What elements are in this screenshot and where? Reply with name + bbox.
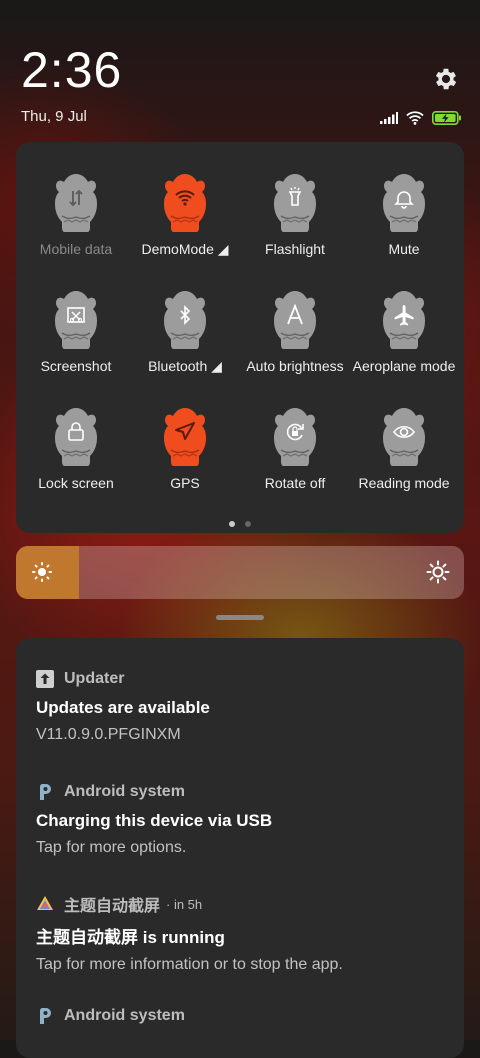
quick-tile-label: Auto brightness	[246, 358, 344, 374]
mobile-data-icon	[55, 174, 97, 232]
page-indicator	[16, 521, 464, 527]
battery-charging-icon	[432, 111, 461, 125]
date[interactable]: Thu, 9 Jul	[21, 108, 87, 125]
quick-tile-label: Lock screen	[38, 475, 114, 491]
quick-tile-label: Rotate off	[264, 475, 326, 491]
screenshot-icon	[55, 291, 97, 349]
notification-android-system[interactable]: Android system Charging this device via …	[36, 781, 448, 857]
notification-updater[interactable]: Updater Updates are available V11.0.9.0.…	[36, 668, 448, 744]
bluetooth-icon	[164, 291, 206, 349]
signal-icon	[380, 112, 398, 124]
quick-tile-aeroplane-mode[interactable]: Aeroplane mode	[349, 287, 459, 397]
notification-theme-app[interactable]: 主题自动截屏 · in 5h 主题自动截屏 is running Tap for…	[36, 893, 448, 974]
quick-tile-flashlight[interactable]: Flashlight	[240, 170, 350, 280]
notification-title: 主题自动截屏 is running	[36, 928, 225, 947]
lock-icon	[55, 408, 97, 466]
status-bar-icons	[380, 110, 462, 126]
auto-brightness-icon	[274, 291, 316, 349]
android-system-icon	[40, 784, 51, 800]
wifi-icon	[406, 111, 424, 125]
drag-handle[interactable]	[216, 615, 264, 620]
gear-icon[interactable]	[432, 65, 460, 93]
quick-tile-mute[interactable]: Mute	[349, 170, 459, 280]
quick-tile-reading-mode[interactable]: Reading mode	[349, 404, 459, 514]
notification-text: Tap for more information or to stop the …	[36, 956, 343, 973]
quick-tile-mobile-data[interactable]: Mobile data	[21, 170, 131, 280]
notification-title: Charging this device via USB	[36, 811, 273, 830]
updater-icon	[36, 670, 54, 688]
clock[interactable]: 2:36	[21, 40, 122, 100]
quick-tile-label: Reading mode	[358, 475, 450, 491]
quick-tile-label: Mute	[388, 241, 420, 257]
wifi-icon	[164, 174, 206, 232]
brightness-low-icon	[32, 562, 52, 582]
quick-tile-gps[interactable]: GPS	[130, 404, 240, 514]
notification-panel: Updater Updates are available V11.0.9.0.…	[16, 638, 464, 1058]
quick-tile-label: Flashlight	[265, 241, 325, 257]
quick-tile-label: DemoMode ◢	[141, 241, 229, 257]
notification-app-name: 主题自动截屏	[64, 898, 161, 915]
quick-tile-bluetooth[interactable]: Bluetooth ◢	[130, 287, 240, 397]
notification-android-system-2[interactable]: Android system	[36, 1005, 448, 1027]
brightness-high-icon	[426, 560, 450, 584]
quick-tile-label: Aeroplane mode	[352, 358, 456, 374]
notification-text: V11.0.9.0.PFGINXM	[36, 726, 181, 743]
quick-tile-demomode[interactable]: DemoMode ◢	[130, 170, 240, 280]
notification-time: · in 5h	[166, 896, 203, 912]
quick-tile-rotate-off[interactable]: Rotate off	[240, 404, 350, 514]
notification-title: Updates are available	[36, 698, 210, 717]
flashlight-icon	[274, 174, 316, 232]
quick-tile-screenshot[interactable]: Screenshot	[21, 287, 131, 397]
brightness-slider[interactable]	[16, 546, 464, 599]
bell-icon	[383, 174, 425, 232]
airplane-icon	[383, 291, 425, 349]
notification-app-name: Android system	[64, 1007, 185, 1024]
page-dot-active	[229, 521, 235, 527]
android-system-icon	[40, 1008, 51, 1024]
quick-tile-lock-screen[interactable]: Lock screen	[21, 404, 131, 514]
quick-tile-label: Mobile data	[39, 241, 113, 257]
rotate-lock-icon	[274, 408, 316, 466]
notification-app-name: Android system	[64, 783, 185, 800]
eye-icon	[383, 408, 425, 466]
quick-tile-label: GPS	[170, 475, 200, 491]
location-arrow-icon	[164, 408, 206, 466]
quick-tile-auto-brightness[interactable]: Auto brightness	[240, 287, 350, 397]
quick-tile-label: Bluetooth ◢	[148, 358, 222, 374]
quick-tile-label: Screenshot	[40, 358, 112, 374]
theme-app-icon	[37, 896, 53, 910]
quick-settings-panel: Mobile data DemoMode ◢ Flashlight Mute Scree…	[16, 142, 464, 533]
notification-app-name: Updater	[64, 670, 125, 687]
notification-text: Tap for more options.	[36, 839, 187, 856]
page-dot	[245, 521, 251, 527]
